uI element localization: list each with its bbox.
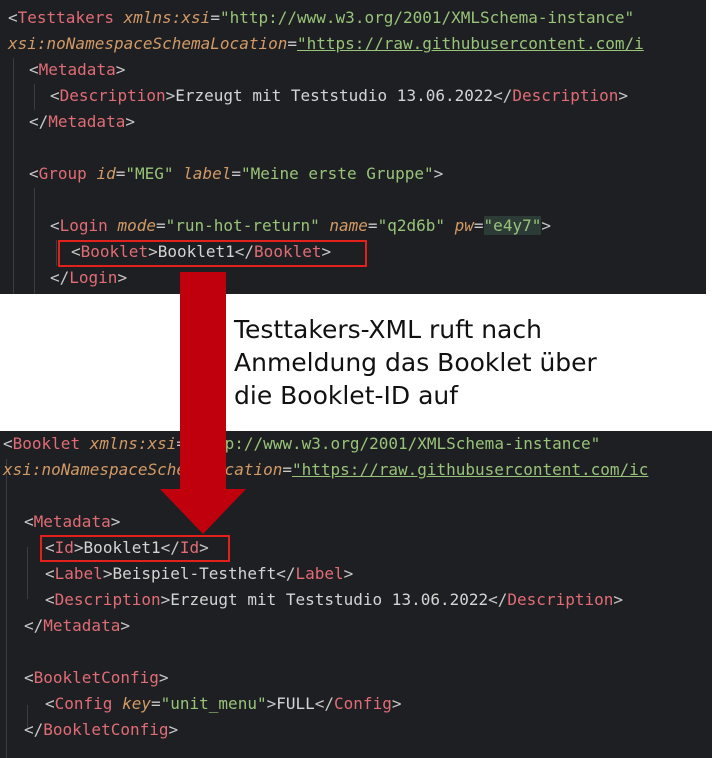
caption-line-1: Testtakers-XML ruft nach — [234, 315, 542, 344]
arrow-shaft — [180, 272, 226, 490]
caption-line-3: die Booklet-ID auf — [234, 381, 459, 410]
arrow-head — [160, 489, 246, 534]
caption: Testtakers-XML ruft nach Anmeldung das B… — [234, 313, 694, 412]
caption-line-2: Anmeldung das Booklet über — [234, 348, 597, 377]
